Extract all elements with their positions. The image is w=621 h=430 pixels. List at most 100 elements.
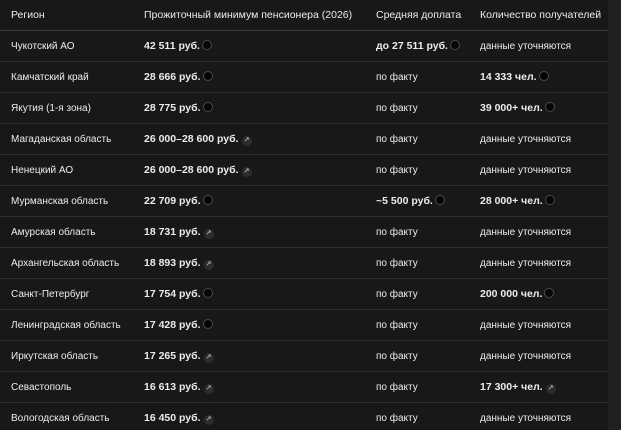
source-dot-icon[interactable] — [202, 102, 213, 112]
source-link-icon[interactable]: ↗ — [203, 414, 214, 425]
cell-pension-minimum-text: 18 893 руб. — [144, 256, 201, 269]
source-dot-icon[interactable] — [202, 288, 213, 298]
table-row: Амурская область 18 731 руб. ↗ по факту данн… — [0, 216, 608, 248]
cell-pension-minimum: 28 775 руб. — [133, 92, 365, 124]
cell-recipients-count-text: 17 300+ чел. — [480, 380, 543, 393]
cell-pension-minimum-text: 17 754 руб. — [144, 288, 201, 300]
pension-table-container: Регион Прожиточный минимум пенсионера (2… — [0, 0, 621, 430]
source-dot-icon[interactable] — [449, 40, 460, 50]
scroll-edge — [608, 0, 621, 430]
cell-average-surcharge: по факту — [365, 216, 469, 248]
cell-average-surcharge-text: по факту — [376, 257, 418, 269]
source-dot-icon[interactable] — [544, 102, 555, 112]
cell-recipients-count: 39 000+ чел. — [469, 92, 608, 124]
cell-pension-minimum: 22 709 руб. — [133, 185, 365, 217]
cell-pension-minimum: 17 428 руб. — [133, 309, 365, 341]
source-dot-icon[interactable] — [538, 71, 549, 81]
cell-region: Ненецкий АО — [0, 154, 133, 186]
source-link-icon[interactable]: ↗ — [241, 135, 252, 146]
source-dot-icon[interactable] — [202, 71, 213, 81]
cell-average-surcharge: по факту — [365, 402, 469, 430]
cell-average-surcharge: ~5 500 руб. — [365, 185, 469, 217]
cell-recipients-count-text: 28 000+ чел. — [480, 195, 543, 207]
header-region: Регион — [0, 0, 133, 31]
cell-average-surcharge: по факту — [365, 92, 469, 124]
source-link-icon[interactable]: ↗ — [545, 383, 556, 394]
cell-region-text: Мурманская область — [11, 195, 109, 207]
cell-average-surcharge-text: по факту — [376, 102, 418, 114]
cell-pension-minimum: 42 511 руб. — [133, 30, 365, 62]
source-dot-icon[interactable] — [201, 40, 212, 50]
cell-recipients-count: данные уточняются — [469, 30, 608, 62]
cell-average-surcharge-text: по факту — [376, 319, 418, 331]
cell-recipients-count: 28 000+ чел. — [469, 185, 608, 217]
cell-pension-minimum: 16 613 руб. ↗ — [133, 371, 365, 403]
cell-average-surcharge: по факту — [365, 340, 469, 372]
cell-region-text: Вологодская область — [11, 412, 110, 424]
cell-pension-minimum: 17 265 руб. ↗ — [133, 340, 365, 372]
cell-recipients-count: данные уточняются — [469, 309, 608, 341]
cell-recipients-count-text: данные уточняются — [480, 133, 572, 145]
cell-recipients-count: данные уточняются — [469, 247, 608, 279]
cell-average-surcharge-text: по факту — [376, 288, 418, 300]
cell-region: Магаданская область — [0, 123, 133, 155]
source-link-icon[interactable]: ↗ — [203, 383, 214, 394]
cell-pension-minimum: 18 731 руб. ↗ — [133, 216, 365, 248]
source-dot-icon[interactable] — [434, 195, 445, 205]
source-link-icon[interactable]: ↗ — [241, 166, 252, 177]
cell-average-surcharge-text: по факту — [376, 350, 418, 362]
cell-region: Иркутская область — [0, 340, 133, 372]
pension-minimum-table: Регион Прожиточный минимум пенсионера (2… — [0, 0, 608, 430]
cell-region: Ленинградская область — [0, 309, 133, 341]
cell-average-surcharge: по факту — [365, 61, 469, 93]
cell-region: Санкт-Петербург — [0, 278, 133, 310]
cell-region-text: Камчатский край — [11, 71, 89, 83]
source-link-icon[interactable]: ↗ — [203, 352, 214, 363]
cell-pension-minimum-text: 26 000–28 600 руб. — [144, 163, 239, 176]
cell-average-surcharge: по факту — [365, 247, 469, 279]
table-header-row: Регион Прожиточный минимум пенсионера (2… — [0, 0, 608, 31]
cell-pension-minimum: 16 450 руб. ↗ — [133, 402, 365, 430]
cell-average-surcharge-text: ~5 500 руб. — [376, 195, 433, 207]
header-recipients-count: Количество получателей — [469, 0, 608, 31]
cell-recipients-count: 14 333 чел. — [469, 61, 608, 93]
cell-recipients-count-text: 39 000+ чел. — [480, 102, 543, 114]
cell-recipients-count: данные уточняются — [469, 154, 608, 186]
cell-region-text: Иркутская область — [11, 350, 99, 362]
cell-region: Мурманская область — [0, 185, 133, 217]
cell-region-text: Ленинградская область — [11, 319, 121, 331]
cell-recipients-count-text: данные уточняются — [480, 319, 572, 331]
cell-region-text: Санкт-Петербург — [11, 288, 90, 300]
table-row: Севастополь 16 613 руб. ↗ по факту 17 300+ ч… — [0, 371, 608, 403]
cell-recipients-count: данные уточняются — [469, 216, 608, 248]
source-dot-icon[interactable] — [544, 195, 555, 205]
source-dot-icon[interactable] — [202, 319, 213, 329]
source-dot-icon[interactable] — [544, 288, 555, 298]
source-link-icon[interactable]: ↗ — [203, 228, 214, 239]
cell-average-surcharge: по факту — [365, 309, 469, 341]
cell-average-surcharge: по факту — [365, 371, 469, 403]
cell-average-surcharge-text: по факту — [376, 133, 418, 145]
cell-pension-minimum-text: 17 265 руб. — [144, 349, 201, 362]
source-dot-icon[interactable] — [202, 195, 213, 205]
source-link-icon[interactable]: ↗ — [203, 259, 214, 270]
cell-region: Якутия (1-я зона) — [0, 92, 133, 124]
cell-average-surcharge-text: по факту — [376, 164, 418, 176]
table-row: Магаданская область 26 000–28 600 руб. ↗ по… — [0, 123, 608, 155]
cell-recipients-count: данные уточняются — [469, 340, 608, 372]
cell-recipients-count-text: данные уточняются — [480, 40, 572, 52]
table-row: Якутия (1-я зона) 28 775 руб. по факту 39 0… — [0, 92, 608, 124]
cell-recipients-count: данные уточняются — [469, 402, 608, 430]
cell-pension-minimum-text: 26 000–28 600 руб. — [144, 132, 239, 145]
table-row: Санкт-Петербург 17 754 руб. по факту 200 00… — [0, 278, 608, 310]
cell-recipients-count-text: 200 000 чел. — [480, 288, 543, 300]
cell-pension-minimum-text: 17 428 руб. — [144, 319, 201, 331]
cell-region-text: Амурская область — [11, 226, 96, 238]
cell-recipients-count-text: данные уточняются — [480, 257, 572, 269]
cell-pension-minimum-text: 18 731 руб. — [144, 225, 201, 238]
cell-pension-minimum-text: 22 709 руб. — [144, 195, 201, 207]
cell-pension-minimum: 26 000–28 600 руб. ↗ — [133, 123, 365, 155]
table-row: Мурманская область 22 709 руб. ~5 500 руб.… — [0, 185, 608, 217]
table-row: Камчатский край 28 666 руб. по факту 14 333… — [0, 61, 608, 93]
header-average-surcharge: Средняя доплата — [365, 0, 469, 31]
